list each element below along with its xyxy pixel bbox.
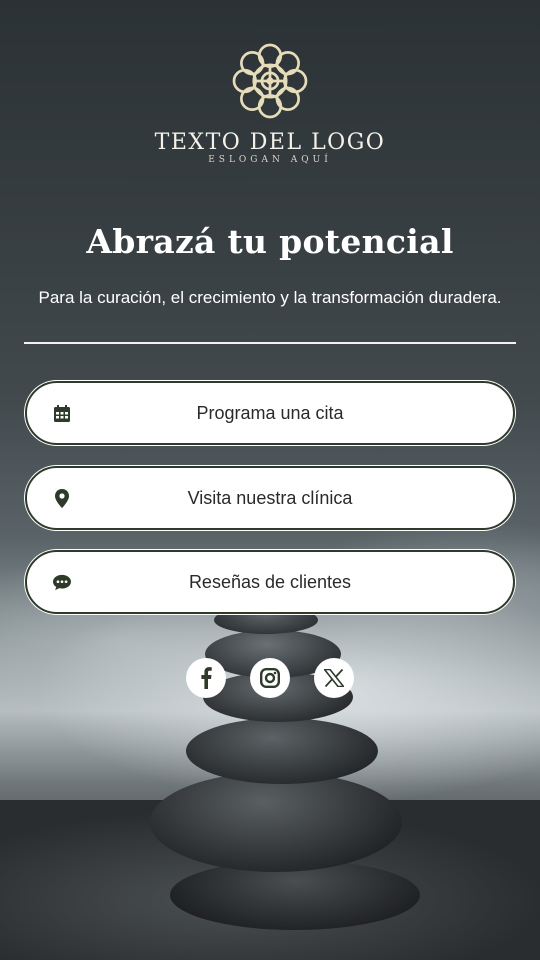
page-subtitle: Para la curación, el crecimiento y la tr… xyxy=(38,288,502,307)
client-reviews-label: Reseñas de clientes xyxy=(188,571,352,592)
chat-bubble-icon xyxy=(53,573,71,591)
x-icon xyxy=(324,669,344,687)
facebook-icon xyxy=(201,667,212,689)
facebook-link[interactable] xyxy=(186,658,226,698)
schedule-appointment-button[interactable]: Programa una cita xyxy=(25,381,515,445)
visit-clinic-label: Visita nuestra clínica xyxy=(187,487,353,508)
logo: TEXTO DEL LOGO ESLOGAN AQUÍ xyxy=(0,36,540,165)
logo-slogan: ESLOGAN AQUÍ xyxy=(208,155,332,165)
page-title: Abrazá tu potencial xyxy=(86,222,454,261)
social-links xyxy=(0,658,540,698)
x-link[interactable] xyxy=(314,658,354,698)
mandala-logo-icon xyxy=(232,43,308,119)
schedule-appointment-label: Programa una cita xyxy=(196,402,344,423)
stone xyxy=(150,772,402,872)
logo-text: TEXTO DEL LOGO xyxy=(154,130,386,155)
map-pin-icon xyxy=(53,488,71,508)
stone xyxy=(186,718,378,784)
divider xyxy=(24,342,516,344)
calendar-icon xyxy=(53,404,71,422)
instagram-link[interactable] xyxy=(250,658,290,698)
instagram-icon xyxy=(260,668,280,688)
client-reviews-button[interactable]: Reseñas de clientes xyxy=(25,550,515,614)
visit-clinic-button[interactable]: Visita nuestra clínica xyxy=(25,466,515,530)
